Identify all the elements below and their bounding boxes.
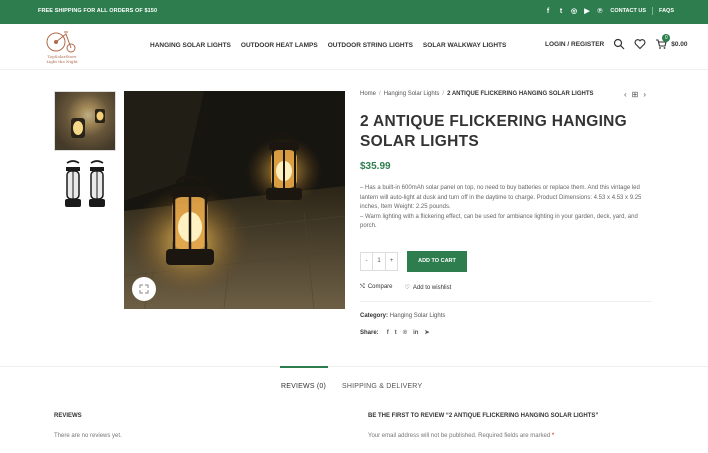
add-to-cart-button[interactable]: ADD TO CART bbox=[407, 251, 467, 272]
wishlist-label: Add to wishlist bbox=[412, 285, 452, 291]
login-register-link[interactable]: LOGIN / REGISTER bbox=[545, 41, 604, 48]
quantity-plus-button[interactable]: + bbox=[386, 253, 397, 270]
thumbnail-lantern-night[interactable] bbox=[54, 91, 116, 151]
product-actions: ⤭ Compare ♡ Add to wishlist bbox=[360, 284, 451, 291]
breadcrumb-separator: / bbox=[442, 91, 445, 97]
facebook-icon[interactable]: f bbox=[387, 330, 389, 336]
no-reviews-text: There are no reviews yet. bbox=[54, 433, 122, 439]
main-product-image[interactable] bbox=[124, 91, 345, 309]
category-label: Category: bbox=[360, 313, 389, 319]
top-bar: FREE SHIPPING FOR ALL ORDERS OF $150 f t… bbox=[0, 0, 708, 24]
search-icon[interactable] bbox=[613, 38, 625, 50]
review-form-heading: BE THE FIRST TO REVIEW “2 ANTIQUE FLICKE… bbox=[368, 413, 599, 419]
faqs-link[interactable]: FAQS bbox=[653, 8, 680, 15]
breadcrumb-current: 2 ANTIQUE FLICKERING HANGING SOLAR LIGHT… bbox=[447, 91, 594, 97]
social-links: f t ◎ ▶ ℗ bbox=[544, 7, 604, 16]
reviews-heading: REVIEWS bbox=[54, 413, 82, 419]
breadcrumb-category[interactable]: Hanging Solar Lights bbox=[384, 91, 440, 97]
tab-reviews[interactable]: REVIEWS (0) bbox=[280, 366, 328, 390]
logo-text: TopSolarStore Light the Night bbox=[38, 54, 86, 64]
product-navigation: ‹ ⊞ › bbox=[624, 90, 646, 99]
compare-link[interactable]: ⤭ Compare bbox=[360, 284, 393, 291]
top-links: CONTACT US FAQS bbox=[604, 7, 680, 15]
pinterest-icon[interactable]: ℗ bbox=[596, 7, 604, 16]
lantern-pair-image bbox=[65, 160, 105, 207]
category-link[interactable]: Hanging Solar Lights bbox=[390, 313, 446, 319]
tab-shipping-delivery[interactable]: SHIPPING & DELIVERY bbox=[342, 383, 422, 390]
product-category: Category: Hanging Solar Lights bbox=[360, 313, 445, 319]
product-price: $35.99 bbox=[360, 161, 391, 172]
facebook-icon[interactable]: f bbox=[544, 7, 552, 16]
required-mark: * bbox=[551, 433, 555, 439]
divider bbox=[360, 301, 652, 302]
nav-outdoor-heat-lamps[interactable]: OUTDOOR HEAT LAMPS bbox=[241, 42, 318, 49]
youtube-icon[interactable]: ▶ bbox=[583, 7, 591, 16]
thumbnail-gallery bbox=[54, 91, 116, 227]
cart-count-badge: 0 bbox=[662, 34, 671, 42]
cart-total: $0.00 bbox=[671, 40, 688, 48]
email-note-text: Your email address will not be published… bbox=[368, 433, 551, 439]
share-links: Share: f t ℗ in ➤ bbox=[360, 329, 429, 337]
twitter-icon[interactable]: t bbox=[557, 7, 565, 16]
breadcrumb: Home / Hanging Solar Lights/2 ANTIQUE FLIC… bbox=[360, 91, 652, 97]
share-label: Share: bbox=[360, 329, 379, 336]
email-note: Your email address will not be published… bbox=[368, 433, 554, 439]
expand-icon bbox=[139, 284, 149, 294]
linkedin-icon[interactable]: in bbox=[413, 330, 418, 336]
pinterest-icon[interactable]: ℗ bbox=[403, 330, 407, 336]
site-header: TopSolarStore Light the Night HANGING SO… bbox=[0, 24, 708, 70]
site-logo[interactable]: TopSolarStore Light the Night bbox=[38, 28, 86, 66]
heart-icon[interactable] bbox=[634, 38, 646, 50]
wishlist-link[interactable]: ♡ Add to wishlist bbox=[405, 284, 452, 291]
lanterns-night-photo bbox=[124, 91, 345, 309]
heart-icon: ♡ bbox=[404, 285, 410, 291]
header-actions: LOGIN / REGISTER 0 $0.00 bbox=[545, 34, 688, 50]
grid-icon[interactable]: ⊞ bbox=[632, 90, 639, 99]
breadcrumb-home[interactable]: Home bbox=[360, 91, 376, 97]
twitter-icon[interactable]: t bbox=[395, 330, 397, 336]
product-title: 2 ANTIQUE FLICKERING HANGING SOLAR LIGHT… bbox=[360, 113, 628, 150]
next-product-icon[interactable]: › bbox=[643, 90, 646, 99]
quantity-input[interactable]: 1 bbox=[372, 253, 386, 270]
thumbnail-lantern-pair[interactable] bbox=[54, 159, 116, 219]
shipping-notice: FREE SHIPPING FOR ALL ORDERS OF $150 bbox=[38, 8, 158, 14]
bicycle-logo-icon bbox=[46, 31, 76, 53]
compare-icon: ⤭ bbox=[360, 284, 365, 290]
cart-button[interactable]: 0 $0.00 bbox=[655, 34, 688, 50]
breadcrumb-separator: / bbox=[379, 91, 381, 97]
nav-outdoor-string-lights[interactable]: OUTDOOR STRING LIGHTS bbox=[328, 42, 413, 49]
product-tabs: REVIEWS (0) SHIPPING & DELIVERY bbox=[0, 366, 708, 404]
logo-tagline: Light the Night bbox=[46, 59, 78, 64]
main-nav: HANGING SOLAR LIGHTS OUTDOOR HEAT LAMPS … bbox=[150, 42, 506, 49]
compare-label: Compare bbox=[367, 284, 393, 290]
nav-hanging-solar-lights[interactable]: HANGING SOLAR LIGHTS bbox=[150, 42, 231, 49]
quantity-stepper: - 1 + bbox=[360, 252, 398, 271]
instagram-icon[interactable]: ◎ bbox=[570, 7, 578, 16]
nav-solar-walkway-lights[interactable]: SOLAR WALKWAY LIGHTS bbox=[423, 42, 506, 49]
quantity-minus-button[interactable]: - bbox=[361, 253, 372, 270]
zoom-button[interactable] bbox=[132, 277, 156, 301]
telegram-icon[interactable]: ➤ bbox=[424, 329, 429, 336]
contact-us-link[interactable]: CONTACT US bbox=[604, 8, 652, 15]
description-paragraph: – Warm lighting with a flickering effect… bbox=[360, 213, 638, 230]
description-paragraph: – Has a built-in 600mAh solar panel on t… bbox=[360, 185, 642, 211]
prev-product-icon[interactable]: ‹ bbox=[624, 90, 627, 99]
product-description: – Has a built-in 600mAh solar panel on t… bbox=[360, 184, 650, 232]
lantern-thumbnail-image bbox=[55, 92, 115, 150]
